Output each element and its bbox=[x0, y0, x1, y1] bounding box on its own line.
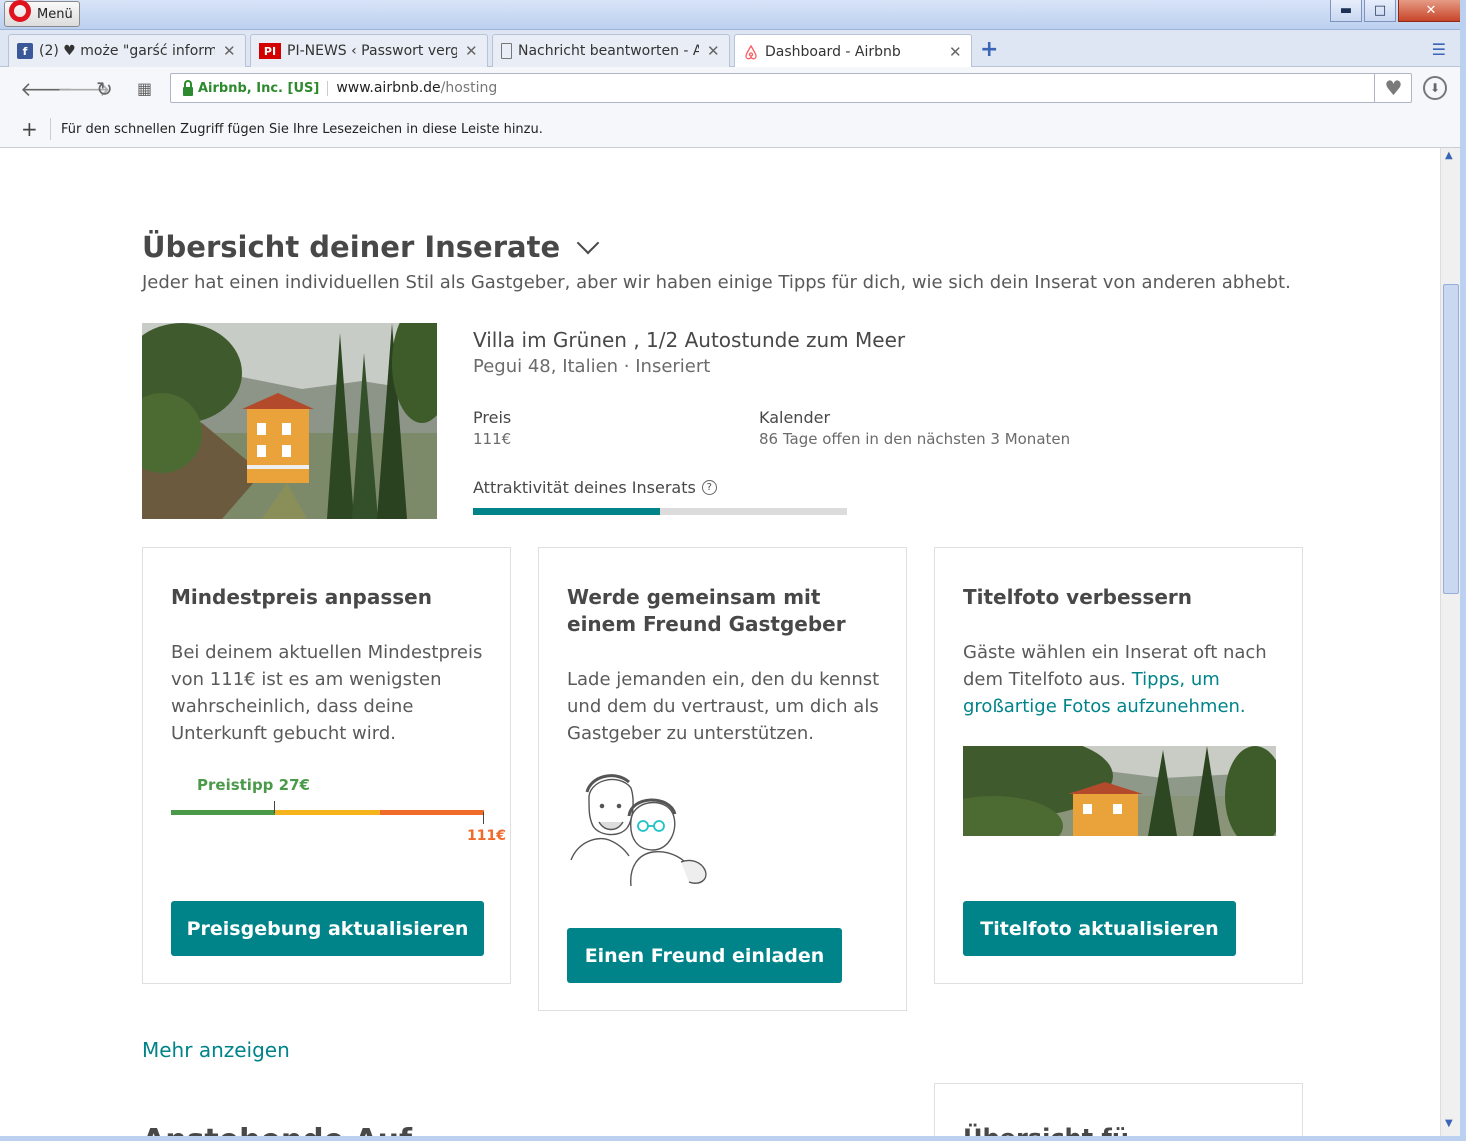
current-price-marker bbox=[483, 812, 484, 824]
opera-menu-button[interactable]: Menü bbox=[4, 0, 80, 27]
card-title: Titelfoto verbessern bbox=[963, 585, 1193, 609]
airbnb-icon bbox=[743, 44, 759, 60]
menu-label: Menü bbox=[37, 6, 73, 22]
card-body: Gäste wählen ein Inserat oft nach dem Ti… bbox=[963, 639, 1283, 720]
update-cover-photo-button[interactable]: Titelfoto aktualisieren bbox=[963, 901, 1236, 956]
co-host-illustration bbox=[569, 770, 719, 892]
tab-nachricht[interactable]: Nachricht beantworten - Airbnb ✕ bbox=[492, 34, 730, 67]
vertical-scrollbar[interactable]: ▲ ▼ bbox=[1440, 148, 1460, 1136]
url-path: /hosting bbox=[440, 80, 498, 96]
close-tab-icon[interactable]: ✕ bbox=[707, 42, 721, 60]
scrollbar-thumb[interactable] bbox=[1443, 284, 1459, 594]
tab-title: Nachricht beantworten - Airbnb bbox=[518, 43, 699, 59]
window-frame-bottom bbox=[0, 1136, 1466, 1141]
close-tab-icon[interactable]: ✕ bbox=[465, 42, 479, 60]
listing-photo[interactable] bbox=[142, 323, 437, 519]
bookmarks-bar: + Für den schnellen Zugriff fügen Sie Ih… bbox=[0, 110, 1466, 148]
price-label: Preis bbox=[473, 408, 512, 427]
reload-icon[interactable]: ↻ bbox=[96, 77, 113, 101]
lock-icon bbox=[183, 79, 193, 96]
page-subtitle: Jeder hat einen individuellen Stil als G… bbox=[142, 272, 1291, 293]
price-range-bar bbox=[171, 810, 484, 815]
certificate-label[interactable]: Airbnb, Inc. [US] bbox=[198, 80, 329, 96]
update-pricing-button[interactable]: Preisgebung aktualisieren bbox=[171, 901, 484, 956]
tab-title: (2) ♥ może "garść informacji" bbox=[39, 43, 215, 59]
browser-toolbar: 🡐 🡒 ↻ ▦ Airbnb, Inc. [US] www.airbnb.de/… bbox=[0, 67, 1466, 110]
bookmark-divider bbox=[50, 118, 51, 140]
download-icon[interactable]: ⬇ bbox=[1423, 76, 1447, 100]
listing-title[interactable]: Villa im Grünen , 1/2 Autostunde zum Mee… bbox=[473, 328, 905, 352]
add-bookmark-button[interactable]: + bbox=[21, 117, 38, 141]
tab-menu-icon[interactable]: ☰ bbox=[1432, 40, 1446, 59]
price-range-high bbox=[380, 810, 484, 815]
attractiveness-progress-bar bbox=[473, 508, 847, 515]
page-title-text: Übersicht deiner Inserate bbox=[142, 230, 561, 264]
tab-title: PI-NEWS ‹ Passwort vergessen bbox=[287, 43, 457, 59]
speed-dial-grid-icon[interactable]: ▦ bbox=[137, 79, 152, 98]
current-price-label: 111€ bbox=[467, 828, 506, 844]
url-host: www.airbnb.de bbox=[336, 80, 441, 96]
attractiveness-label: Attraktivität deines Inserats ? bbox=[473, 478, 717, 497]
show-more-link[interactable]: Mehr anzeigen bbox=[142, 1038, 290, 1062]
document-icon bbox=[501, 43, 512, 59]
pi-news-icon: PI bbox=[259, 43, 281, 59]
minimize-button[interactable]: ▬ bbox=[1330, 0, 1362, 22]
card-title: Werde gemeinsam mit einem Freund Gastgeb… bbox=[567, 585, 846, 636]
price-range-low bbox=[171, 810, 275, 815]
attractiveness-text: Attraktivität deines Inserats bbox=[473, 478, 696, 497]
upcoming-tasks-heading: Anstehende Auf bbox=[142, 1123, 412, 1136]
chevron-down-icon[interactable] bbox=[576, 231, 600, 255]
invite-friend-button[interactable]: Einen Freund einladen bbox=[567, 928, 842, 983]
scroll-down-icon[interactable]: ▼ bbox=[1445, 1118, 1453, 1129]
tab-title: Dashboard - Airbnb bbox=[765, 43, 901, 60]
new-tab-button[interactable]: + bbox=[980, 37, 998, 62]
overview-card-title: Übersicht fü bbox=[963, 1124, 1129, 1136]
listing-subtitle: Pegui 48, Italien · Inseriert bbox=[473, 356, 711, 377]
page-content: Übersicht deiner Inserate Jeder hat eine… bbox=[0, 148, 1440, 1136]
overview-card-partial: Übersicht fü bbox=[934, 1083, 1303, 1136]
tab-facebook[interactable]: f (2) ♥ może "garść informacji" ✕ bbox=[8, 34, 246, 67]
card-cover-photo: Titelfoto verbessern Gäste wählen ein In… bbox=[934, 547, 1303, 984]
tab-pi-news[interactable]: PI PI-NEWS ‹ Passwort vergessen ✕ bbox=[250, 34, 488, 67]
tab-dashboard[interactable]: Dashboard - Airbnb ✕ bbox=[734, 34, 972, 68]
help-icon[interactable]: ? bbox=[701, 480, 717, 495]
bookmarks-hint: Für den schnellen Zugriff fügen Sie Ihre… bbox=[61, 122, 543, 137]
tab-bar: f (2) ♥ może "garść informacji" ✕ PI PI-… bbox=[0, 30, 1466, 68]
facebook-icon: f bbox=[17, 43, 33, 59]
address-bar[interactable]: Airbnb, Inc. [US] www.airbnb.de/hosting bbox=[170, 73, 1412, 103]
page-title[interactable]: Übersicht deiner Inserate bbox=[142, 230, 600, 264]
window-titlebar: Menü ▬ □ ✕ bbox=[0, 0, 1466, 30]
calendar-label: Kalender bbox=[759, 408, 831, 427]
close-tab-icon[interactable]: ✕ bbox=[223, 42, 237, 60]
opera-logo-icon bbox=[9, 0, 31, 22]
heart-bookmark-icon[interactable]: ♥ bbox=[1374, 73, 1412, 103]
card-body: Lade jemanden ein, den du kennst und dem… bbox=[567, 669, 880, 744]
card-body: Bei deinem aktuellen Mindestpreis von 11… bbox=[171, 642, 483, 744]
window-controls: ▬ □ ✕ bbox=[1330, 0, 1464, 22]
card-title: Mindestpreis anpassen bbox=[171, 585, 432, 609]
close-window-button[interactable]: ✕ bbox=[1398, 0, 1464, 22]
calendar-value: 86 Tage offen in den nächsten 3 Monaten bbox=[759, 430, 1071, 448]
close-tab-icon[interactable]: ✕ bbox=[949, 43, 963, 61]
scroll-up-icon[interactable]: ▲ bbox=[1445, 150, 1453, 161]
price-tip-marker bbox=[274, 801, 275, 813]
url-text[interactable]: www.airbnb.de/hosting bbox=[328, 80, 497, 96]
maximize-button[interactable]: □ bbox=[1364, 0, 1396, 22]
window-frame-right bbox=[1460, 0, 1466, 1141]
price-value: 111€ bbox=[473, 430, 512, 448]
price-tip-label: Preistipp 27€ bbox=[197, 776, 310, 794]
cover-photo-thumbnail[interactable] bbox=[963, 746, 1276, 836]
price-range-mid bbox=[275, 810, 380, 815]
attractiveness-progress-fill bbox=[473, 508, 660, 515]
card-co-host: Werde gemeinsam mit einem Freund Gastgeb… bbox=[538, 547, 907, 1011]
card-minimum-price: Mindestpreis anpassen Bei deinem aktuell… bbox=[142, 547, 511, 984]
card-body-text: Gäste wählen ein Inserat oft nach dem Ti… bbox=[963, 642, 1267, 690]
